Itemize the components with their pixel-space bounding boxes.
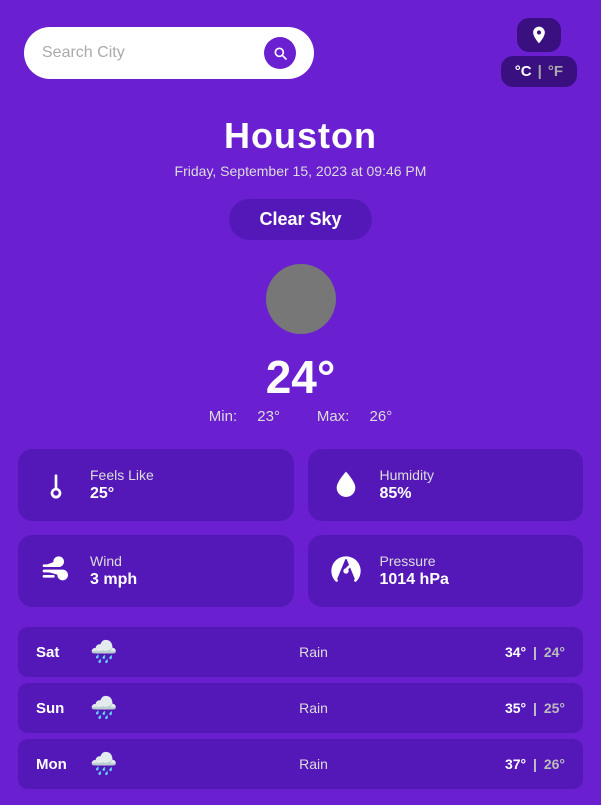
detail-label: Pressure <box>380 553 449 569</box>
unit-toggle-wrap: °C | °F <box>501 18 577 87</box>
search-input[interactable] <box>42 44 254 62</box>
forecast-day: Mon <box>36 756 86 773</box>
detail-card-feels-like: Feels Like 25° <box>18 449 294 521</box>
temperature-section: 24° Min: 23° Max: 26° <box>0 350 601 425</box>
city-section: Houston Friday, September 15, 2023 at 09… <box>0 97 601 240</box>
detail-value: 3 mph <box>90 571 137 589</box>
forecast-section: Sat 🌧️ Rain 34° | 24° Sun 🌧️ Rain 35° | … <box>0 621 601 805</box>
detail-value: 25° <box>90 485 154 503</box>
forecast-lo: 26° <box>544 756 565 772</box>
detail-card-pressure: Pressure 1014 hPa <box>308 535 584 607</box>
unit-fahrenheit[interactable]: °F <box>548 63 563 80</box>
weather-icon-wrap <box>0 264 601 334</box>
forecast-day: Sun <box>36 700 86 717</box>
detail-label: Humidity <box>380 467 434 483</box>
forecast-temps: 35° | 25° <box>505 700 565 716</box>
detail-cards: Feels Like 25° Humidity 85% Wind 3 mph <box>0 425 601 621</box>
forecast-icon: 🌧️ <box>86 751 122 777</box>
gauge-icon <box>326 551 366 591</box>
detail-value: 1014 hPa <box>380 571 449 589</box>
forecast-hi: 35° <box>505 700 526 716</box>
detail-text-pressure: Pressure 1014 hPa <box>380 553 449 589</box>
forecast-sep: | <box>533 644 541 660</box>
detail-value: 85% <box>380 485 434 503</box>
temperature-range: Min: 23° Max: 26° <box>0 408 601 425</box>
unit-toggle[interactable]: °C | °F <box>501 56 577 87</box>
temp-max-label: Max: <box>317 408 350 425</box>
droplet-icon <box>326 465 366 505</box>
search-button[interactable] <box>264 37 296 69</box>
wind-icon <box>36 551 76 591</box>
detail-text-humidity: Humidity 85% <box>380 467 434 503</box>
forecast-condition: Rain <box>122 756 505 772</box>
temp-min-label: Min: <box>209 408 237 425</box>
condition-pill: Clear Sky <box>229 199 371 240</box>
detail-card-wind: Wind 3 mph <box>18 535 294 607</box>
unit-separator: | <box>538 63 542 80</box>
location-icon-button[interactable] <box>517 18 561 52</box>
unit-celsius[interactable]: °C <box>515 63 532 80</box>
search-bar <box>24 27 314 79</box>
temperature-main: 24° <box>0 350 601 404</box>
thermometer-icon <box>36 465 76 505</box>
detail-text-wind: Wind 3 mph <box>90 553 137 589</box>
forecast-day: Sat <box>36 644 86 661</box>
forecast-temps: 37° | 26° <box>505 756 565 772</box>
forecast-temps: 34° | 24° <box>505 644 565 660</box>
detail-label: Feels Like <box>90 467 154 483</box>
temp-max: 26° <box>370 408 393 425</box>
location-icon <box>529 25 549 45</box>
detail-label: Wind <box>90 553 137 569</box>
forecast-sep: | <box>533 756 541 772</box>
forecast-hi: 34° <box>505 644 526 660</box>
forecast-sep: | <box>533 700 541 716</box>
header: °C | °F <box>0 0 601 97</box>
temp-min: 23° <box>257 408 280 425</box>
forecast-lo: 24° <box>544 644 565 660</box>
detail-text-feels like: Feels Like 25° <box>90 467 154 503</box>
forecast-hi: 37° <box>505 756 526 772</box>
forecast-icon: 🌧️ <box>86 695 122 721</box>
forecast-icon: 🌧️ <box>86 639 122 665</box>
forecast-row-mon: Mon 🌧️ Rain 37° | 26° <box>18 739 583 789</box>
forecast-condition: Rain <box>122 644 505 660</box>
forecast-condition: Rain <box>122 700 505 716</box>
city-datetime: Friday, September 15, 2023 at 09:46 PM <box>20 163 581 179</box>
forecast-lo: 25° <box>544 700 565 716</box>
forecast-row-sat: Sat 🌧️ Rain 34° | 24° <box>18 627 583 677</box>
forecast-row-sun: Sun 🌧️ Rain 35° | 25° <box>18 683 583 733</box>
detail-card-humidity: Humidity 85% <box>308 449 584 521</box>
search-icon <box>272 45 288 61</box>
city-name: Houston <box>20 115 581 157</box>
weather-icon-circle <box>266 264 336 334</box>
